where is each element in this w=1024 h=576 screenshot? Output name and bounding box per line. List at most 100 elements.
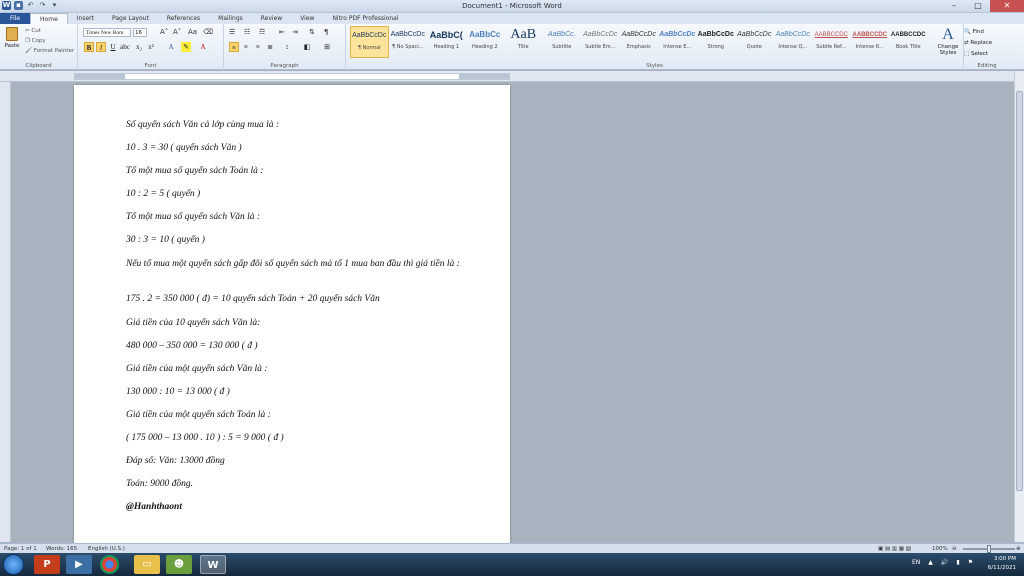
tab-home[interactable]: Home (30, 13, 68, 24)
style-subtle-reference[interactable]: AABBCCDC Subtle Ref... (812, 26, 851, 58)
minimize-button[interactable]: – (942, 0, 966, 12)
bullets-icon[interactable]: ☰ (229, 28, 235, 37)
align-right-button[interactable]: ≡ (253, 42, 263, 52)
highlight-icon[interactable]: ✎ (181, 42, 191, 52)
bold-button[interactable]: B (84, 42, 94, 52)
left-margin-marker[interactable] (75, 74, 125, 79)
close-button[interactable]: ✕ (990, 0, 1024, 12)
game-taskbar-icon[interactable]: ☻ (166, 555, 192, 574)
tab-nitro-pdf[interactable]: Nitro PDF Professional (323, 13, 407, 24)
tab-file[interactable]: File (0, 13, 31, 24)
ribbon-tabs: File Home Insert Page Layout References … (0, 13, 1024, 24)
shrink-font-icon[interactable]: A˅ (173, 28, 181, 37)
change-case-icon[interactable]: Aa (188, 28, 197, 37)
justify-button[interactable]: ≣ (265, 42, 275, 52)
right-margin-marker[interactable] (459, 74, 509, 79)
font-color-icon[interactable]: A (198, 42, 208, 52)
style-strong[interactable]: AaBbCcDc Strong (697, 26, 736, 58)
paragraph: Tổ một mua số quyển sách Toán là : (126, 166, 264, 176)
decrease-indent-icon[interactable]: ⇤ (279, 28, 285, 37)
style-book-title[interactable]: AABBCCDC Book Title (889, 26, 928, 58)
copy-label: Copy (31, 38, 46, 44)
borders-icon[interactable]: ⊞ (322, 42, 332, 52)
file-explorer-taskbar-icon[interactable]: ▭ (134, 555, 160, 574)
powerpoint-taskbar-icon[interactable]: P (34, 555, 60, 574)
vertical-ruler[interactable] (0, 82, 11, 542)
cut-label: Cut (31, 28, 41, 34)
paragraph: Đáp số: Văn: 13000 đồng (126, 456, 225, 466)
horizontal-ruler[interactable] (0, 71, 1024, 82)
document-page[interactable]: Số quyển sách Văn cả lớp cùng mua là : 1… (74, 85, 510, 545)
style-intense-reference[interactable]: AABBCCDC Intense R... (851, 26, 890, 58)
select-label: Select (970, 51, 988, 57)
strikethrough-button[interactable]: abc (120, 42, 130, 52)
vertical-scrollbar[interactable] (1014, 71, 1024, 542)
style-no-spacing[interactable]: AaBbCcDc ¶ No Spaci... (389, 26, 428, 58)
word-taskbar-icon[interactable]: W (200, 555, 226, 574)
align-center-button[interactable]: ≡ (241, 42, 251, 52)
font-size-input[interactable]: 16 (133, 28, 147, 37)
style-name: Heading 1 (433, 44, 460, 50)
cut-button[interactable]: ✂ Cut (25, 28, 41, 34)
style-subtle-emphasis[interactable]: AaBbCcDc Subtle Em... (581, 26, 620, 58)
underline-button[interactable]: U (108, 42, 118, 52)
style-name: Strong (707, 44, 724, 50)
shading-icon[interactable]: ◧ (302, 42, 312, 52)
style-quote[interactable]: AaBbCcDc Quote (735, 26, 774, 58)
pilcrow-icon[interactable]: ¶ (324, 28, 328, 37)
editing-group-label: Editing (977, 63, 997, 69)
chrome-taskbar-icon[interactable] (100, 555, 119, 574)
italic-button[interactable]: I (96, 42, 106, 52)
multilevel-list-icon[interactable]: ☶ (259, 28, 265, 37)
tray-arrow-icon[interactable]: ▲ (928, 559, 933, 566)
input-language[interactable]: EN (912, 559, 920, 566)
change-styles-button[interactable]: A Change Styles (934, 26, 962, 56)
numbering-icon[interactable]: ☷ (244, 28, 250, 37)
tab-mailings[interactable]: Mailings (209, 13, 252, 24)
status-bar: Page: 1 of 1 Words: 165 English (U.S.) ▣… (0, 543, 1024, 553)
copy-button[interactable]: ❐ Copy (25, 38, 46, 44)
sort-icon[interactable]: ⇅ (309, 28, 315, 37)
style-heading-1[interactable]: AaBbC( Heading 1 (427, 26, 466, 58)
style-emphasis[interactable]: AaBbCcDc Emphasis (620, 26, 659, 58)
style-normal[interactable]: AaBbCcDc ¶ Normal (350, 26, 389, 58)
network-icon[interactable]: ▮ (956, 559, 959, 566)
paste-button[interactable]: Paste (3, 27, 21, 55)
font-name-input[interactable]: Times New Rom (83, 28, 131, 37)
line-spacing-icon[interactable]: ↕ (282, 42, 292, 52)
subscript-button[interactable]: x₂ (134, 42, 144, 52)
select-button[interactable]: ⬚ Select (964, 49, 992, 60)
tab-insert[interactable]: Insert (68, 13, 103, 24)
style-name: ¶ Normal (357, 45, 381, 51)
style-subtitle[interactable]: AaBbCc. Subtitle (543, 26, 582, 58)
align-left-button[interactable]: ≡ (229, 42, 239, 52)
style-title[interactable]: AaB Title (504, 26, 543, 58)
zoom-slider[interactable] (963, 545, 1015, 553)
volume-icon[interactable]: 🔊 (941, 559, 948, 566)
tab-page-layout[interactable]: Page Layout (103, 13, 158, 24)
style-intense-emphasis[interactable]: AaBbCcDc Intense E... (658, 26, 697, 58)
style-heading-2[interactable]: AaBbCc Heading 2 (466, 26, 505, 58)
replace-button[interactable]: ⇄ Replace (964, 38, 992, 49)
scrollbar-thumb[interactable] (1016, 91, 1023, 491)
grow-font-icon[interactable]: A˄ (160, 28, 168, 37)
tab-review[interactable]: Review (252, 13, 291, 24)
paragraph: 30 : 3 = 10 ( quyển ) (126, 235, 205, 245)
zoom-slider-knob[interactable] (987, 545, 991, 553)
media-player-taskbar-icon[interactable]: ▶ (66, 555, 92, 574)
clock[interactable]: 3:00 PM 6/11/2021 (988, 555, 1016, 573)
format-painter-button[interactable]: 🖌 Format Painter (25, 48, 74, 54)
increase-indent-icon[interactable]: ⇥ (292, 28, 298, 37)
style-name: Subtle Ref... (816, 44, 847, 50)
tab-view[interactable]: View (291, 13, 323, 24)
flag-icon[interactable]: ⚑ (968, 559, 973, 566)
maximize-button[interactable]: □ (966, 0, 990, 12)
find-button[interactable]: 🔍 Find (964, 27, 992, 38)
title-bar: W ▪ ↶ ↷ ▾ Document1 - Microsoft Word – □… (0, 0, 1024, 13)
text-effects-icon[interactable]: A (166, 42, 176, 52)
superscript-button[interactable]: x² (146, 42, 156, 52)
tab-references[interactable]: References (158, 13, 209, 24)
clear-formatting-icon[interactable]: ⌫ (203, 28, 213, 37)
style-intense-quote[interactable]: AaBbCcDc Intense Q... (774, 26, 813, 58)
start-button[interactable] (3, 554, 24, 575)
